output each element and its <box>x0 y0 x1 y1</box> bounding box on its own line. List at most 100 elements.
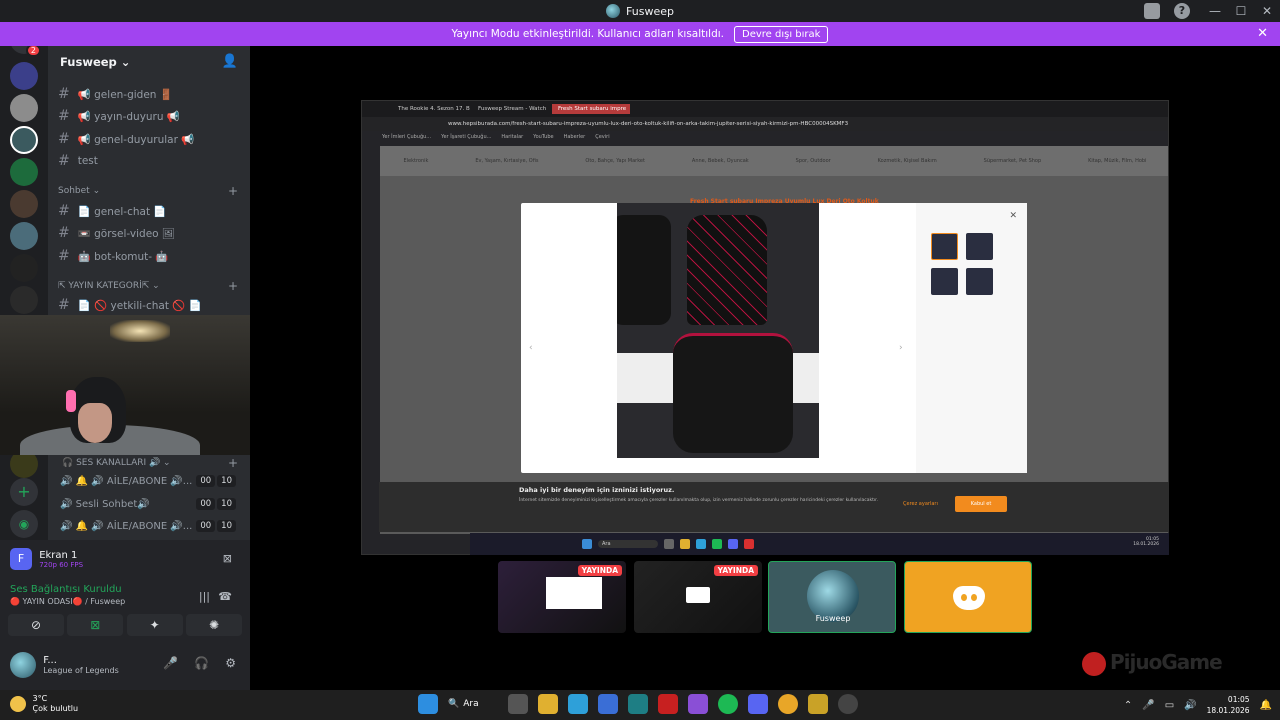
stream-tile[interactable]: YAYINDA <box>634 561 762 633</box>
weather-widget[interactable]: 3°C Çok bulutlu <box>10 694 78 714</box>
maximize-button[interactable]: ☐ <box>1228 4 1254 18</box>
volume-icon[interactable]: 🔊 <box>1184 700 1196 711</box>
taskbar-clock[interactable]: 01:05 18.01.2026 <box>1207 694 1250 716</box>
server-icon-8[interactable] <box>10 286 38 314</box>
seat-base <box>673 333 793 453</box>
user-activity: League of Legends <box>43 666 119 675</box>
invite-icon[interactable]: 👤 <box>222 54 238 69</box>
cookie-accept-button[interactable]: Kabul et <box>955 496 1007 512</box>
channel-item[interactable]: # test <box>58 151 98 171</box>
voice-channel[interactable]: 🔊 Sesli Sohbet🔊 00 10 <box>60 495 250 513</box>
screen-share-button[interactable]: ⊠ <box>67 614 124 636</box>
live-badge: YAYINDA <box>577 565 622 576</box>
file-explorer-icon[interactable] <box>538 694 558 714</box>
server-icon-5[interactable] <box>10 190 38 218</box>
hash-icon: # <box>58 248 70 264</box>
cookie-settings-link[interactable]: Çerez ayarları <box>903 501 938 507</box>
server-icon-6[interactable] <box>10 222 38 250</box>
close-modal-icon[interactable]: ✕ <box>1009 211 1017 221</box>
headphones-icon[interactable]: 🎧 <box>194 656 209 670</box>
settings-icon[interactable]: ⚙ <box>225 656 236 670</box>
network-icon[interactable]: ▭ <box>1165 700 1174 711</box>
chevron-up-icon[interactable]: ⌃ <box>1124 700 1132 711</box>
browser-tab[interactable]: The Rookie 4. Sezon 17. B <box>392 104 470 114</box>
close-icon[interactable]: ✕ <box>1257 26 1268 41</box>
voice-channel[interactable]: 🔊 🔔 🔊 AİLE/ABONE 🔊... 00 10 <box>60 472 250 490</box>
league-icon[interactable] <box>808 694 828 714</box>
channel-item[interactable]: # 📼 görsel-video 🖼 <box>58 223 175 243</box>
voice-connection[interactable]: Ses Bağlantısı Kuruldu 🔴 YAYIN ODASI🔴 / … <box>10 584 125 606</box>
server-icon-2[interactable] <box>10 94 38 122</box>
add-channel-icon[interactable]: + <box>228 279 238 293</box>
server-icon-4[interactable] <box>10 158 38 186</box>
server-header[interactable]: Fusweep ⌄ 👤 <box>48 46 250 78</box>
next-image-icon[interactable]: › <box>899 343 903 353</box>
server-icon-7[interactable] <box>10 254 38 282</box>
discover-icon[interactable]: ◉ <box>10 510 38 538</box>
add-channel-icon[interactable]: + <box>228 184 238 198</box>
task-view-icon[interactable] <box>508 694 528 714</box>
disconnect-icon[interactable]: ☎ <box>218 590 232 603</box>
stream-tile[interactable]: YAYINDA <box>498 561 626 633</box>
channel-item[interactable]: # 📄 🚫 yetkili-chat 🚫 📄 <box>58 295 202 315</box>
mic-icon[interactable]: 🎤 <box>163 656 178 670</box>
browser-tab-active[interactable]: Fresh Start subaru impre <box>552 104 630 114</box>
headset <box>66 390 76 412</box>
soundboard-button[interactable]: ✺ <box>185 614 242 636</box>
mic-icon[interactable]: 🎤 <box>1142 700 1154 711</box>
copilot-icon[interactable] <box>688 694 708 714</box>
speaker-icon: 🔊 <box>60 475 76 487</box>
thumbnail-4[interactable] <box>966 268 993 295</box>
spotify-icon[interactable] <box>718 694 738 714</box>
category-voice[interactable]: 🎧 SES KANALLARI 🔊 ⌄ <box>62 458 171 468</box>
add-server-icon[interactable]: + <box>10 478 38 506</box>
thumbnail-2[interactable] <box>966 233 993 260</box>
live-badge: YAYINDA <box>713 565 758 576</box>
speaker-icon: 🔊 <box>60 520 76 532</box>
participant-name: Fusweep <box>815 614 851 623</box>
help-icon[interactable]: ? <box>1174 3 1190 19</box>
browser-tabs: The Rookie 4. Sezon 17. B Fusweep Stream… <box>362 101 1168 117</box>
address-bar[interactable]: www.hepsiburada.com/fresh-start-subaru-i… <box>362 117 1168 131</box>
start-icon[interactable] <box>418 694 438 714</box>
channel-item[interactable]: # 📢 yayın-duyuru 📢 <box>58 106 180 126</box>
close-window-button[interactable]: ✕ <box>1254 4 1280 18</box>
chrome-icon[interactable] <box>778 694 798 714</box>
shared-clock: 01:05 18.01.2026 <box>1133 537 1159 547</box>
channel-item[interactable]: # 📢 gelen-giden 🚪 <box>58 84 173 104</box>
obs-icon[interactable] <box>838 694 858 714</box>
camera-toggle[interactable]: ⊘ <box>8 614 64 636</box>
user-info[interactable]: F... League of Legends <box>10 652 119 678</box>
participant-tile[interactable] <box>904 561 1032 633</box>
channel-item[interactable]: # 🤖 bot-komut- 🤖 <box>58 246 168 266</box>
notifications-icon[interactable]: 🔔 <box>1260 700 1272 711</box>
start-icon <box>582 539 592 549</box>
edge-icon[interactable] <box>568 694 588 714</box>
thumbnail-3[interactable] <box>931 268 958 295</box>
search-button[interactable]: 🔍 Ara <box>448 699 498 709</box>
netflix-icon[interactable] <box>658 694 678 714</box>
minimize-button[interactable]: — <box>1202 4 1228 18</box>
prev-image-icon[interactable]: ‹ <box>529 343 533 353</box>
activities-button[interactable]: ✦ <box>126 614 183 636</box>
server-icon-fusweep[interactable] <box>10 126 38 154</box>
inbox-icon[interactable] <box>1144 3 1160 19</box>
discord-icon[interactable] <box>748 694 768 714</box>
category-sohbet[interactable]: Sohbet ⌄ <box>58 186 100 196</box>
stop-share-icon[interactable]: ⊠ <box>223 552 232 565</box>
browser-tab[interactable]: Fusweep Stream - Watch <box>472 104 550 114</box>
screen-share-status[interactable]: F Ekran 1 720p 60 FPS <box>10 548 83 570</box>
app-icon[interactable] <box>628 694 648 714</box>
channel-item[interactable]: # 📢 genel-duyurular 📢 <box>58 129 194 149</box>
noise-icon[interactable]: ||| <box>199 590 210 603</box>
thumbnail-1[interactable] <box>931 233 958 260</box>
category-yayin[interactable]: ⇱ YAYIN KATEGORİ⇱ ⌄ <box>58 281 160 291</box>
channel-item[interactable]: # 📄 genel-chat 📄 <box>58 201 166 221</box>
voice-channel[interactable]: 🔊 🔔 🔊 AİLE/ABONE 🔊... 00 10 <box>60 517 250 535</box>
store-icon[interactable] <box>598 694 618 714</box>
seat-back <box>687 215 767 325</box>
discord-logo-icon <box>953 586 985 610</box>
participant-tile[interactable]: Fusweep <box>768 561 896 633</box>
server-icon-1[interactable] <box>10 62 38 90</box>
disable-button[interactable]: Devre dışı bırak <box>734 25 829 43</box>
